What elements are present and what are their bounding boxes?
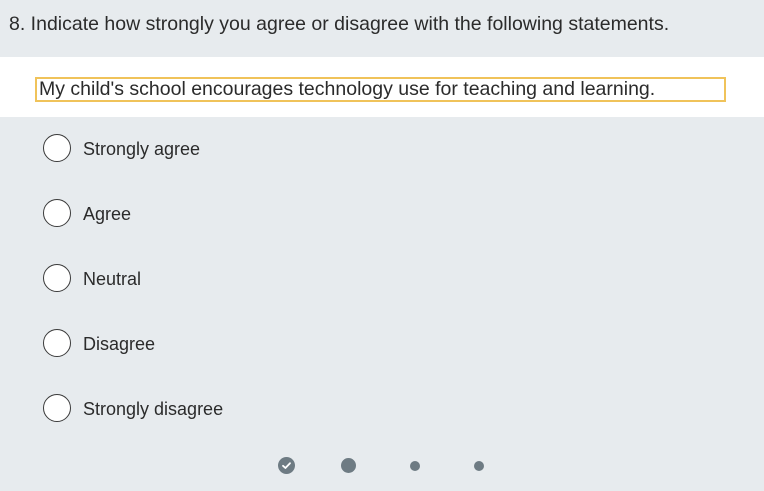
question-title: 8. Indicate how strongly you agree or di… [9, 13, 670, 35]
radio-button[interactable] [43, 199, 71, 227]
statement-box[interactable]: My child's school encourages technology … [35, 77, 726, 102]
question-header: 8. Indicate how strongly you agree or di… [0, 0, 764, 57]
option-label: Neutral [83, 269, 142, 289]
page-dot-completed[interactable] [278, 457, 295, 474]
option-agree[interactable]: Agree [43, 199, 443, 229]
page-dot-upcoming[interactable] [474, 461, 484, 471]
page-dot-current[interactable] [341, 458, 356, 473]
page-progress-dots [0, 455, 764, 477]
option-disagree[interactable]: Disagree [43, 329, 443, 359]
radio-button[interactable] [43, 134, 71, 162]
option-label: Disagree [83, 334, 156, 354]
radio-button[interactable] [43, 329, 71, 357]
option-neutral[interactable]: Neutral [43, 264, 443, 294]
options-panel: Strongly agree Agree Neutral Disagree St… [0, 117, 764, 491]
page-dot-upcoming[interactable] [410, 461, 420, 471]
option-strongly-agree[interactable]: Strongly agree [43, 134, 443, 164]
radio-button[interactable] [43, 264, 71, 292]
check-icon [282, 462, 291, 469]
option-label: Strongly agree [83, 139, 201, 159]
option-strongly-disagree[interactable]: Strongly disagree [43, 394, 443, 424]
option-label: Strongly disagree [83, 399, 224, 419]
statement-text: My child's school encourages technology … [39, 78, 656, 100]
radio-button[interactable] [43, 394, 71, 422]
option-label: Agree [83, 204, 132, 224]
